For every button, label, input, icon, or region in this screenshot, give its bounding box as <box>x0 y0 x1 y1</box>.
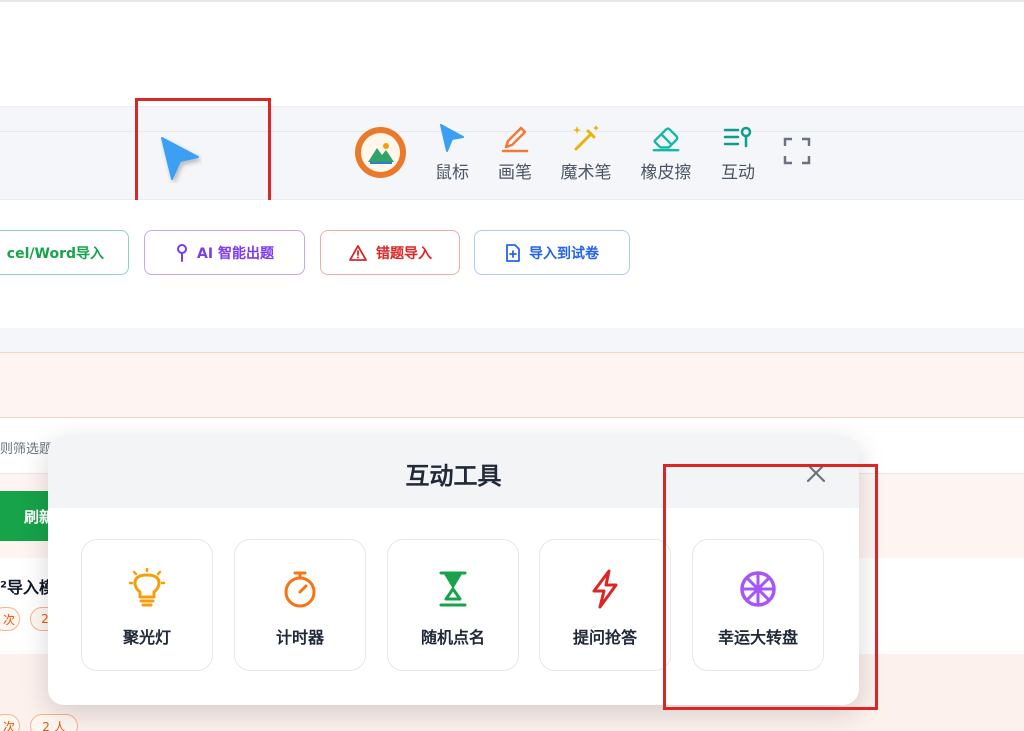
tool-card-random-call[interactable]: 随机点名 <box>387 539 519 671</box>
eraser-icon <box>652 127 680 152</box>
interactive-icon <box>723 126 752 148</box>
lightning-icon <box>592 569 618 609</box>
school-logo <box>355 127 406 178</box>
warning-icon <box>349 244 367 261</box>
import-to-paper-label: 导入到试卷 <box>529 245 599 262</box>
tool-magic-pen-label: 魔术笔 <box>560 163 612 183</box>
fullscreen-icon[interactable] <box>783 137 811 165</box>
tool-card-label: 聚光灯 <box>122 628 171 647</box>
tool-card-spotlight[interactable]: 聚光灯 <box>81 539 213 671</box>
tool-eraser-label: 橡皮擦 <box>640 163 692 183</box>
section-gap <box>0 328 1024 352</box>
people-badge: 2 人 <box>30 714 78 731</box>
logo-mountain-icon <box>367 142 394 164</box>
tool-pen-label: 画笔 <box>498 163 532 183</box>
tool-card-label: 随机点名 <box>420 628 485 647</box>
tool-interactive[interactable]: 互动 <box>703 122 773 186</box>
pin-icon <box>177 243 188 262</box>
magic-wand-icon <box>573 125 599 151</box>
tool-interactive-label: 互动 <box>721 163 755 183</box>
excel-word-import-label: cel/Word导入 <box>6 245 104 262</box>
cursor-icon <box>440 124 464 152</box>
tool-card-label: 提问抢答 <box>572 628 637 647</box>
tool-eraser[interactable]: 橡皮擦 <box>631 122 701 186</box>
list-item-title: ²导入模 <box>0 578 56 597</box>
tool-card-timer[interactable]: 计时器 <box>234 539 366 671</box>
pen-icon <box>501 126 529 153</box>
top-blank-area <box>0 0 1024 106</box>
lightbulb-icon <box>128 568 166 607</box>
import-to-paper-button[interactable]: 导入到试卷 <box>474 230 630 275</box>
error-import-button[interactable]: 错题导入 <box>320 230 460 275</box>
tool-magic-pen[interactable]: 魔术笔 <box>551 122 621 186</box>
tool-pen[interactable]: 画笔 <box>480 122 550 186</box>
hourglass-icon <box>439 571 467 607</box>
wheel-highlight-box <box>663 464 878 710</box>
file-plus-icon <box>506 243 520 262</box>
ai-generate-button[interactable]: AI 智能出题 <box>144 230 305 275</box>
tool-card-label: 计时器 <box>275 628 324 647</box>
tool-card-quick-answer[interactable]: 提问抢答 <box>539 539 671 671</box>
tool-mouse[interactable]: 鼠标 <box>417 122 487 186</box>
error-import-label: 错题导入 <box>376 245 432 262</box>
alert-banner <box>0 352 1024 418</box>
tool-mouse-label: 鼠标 <box>435 163 469 183</box>
ai-generate-label: AI 智能出题 <box>197 245 274 262</box>
excel-word-import-button[interactable]: cel/Word导入 <box>0 230 129 275</box>
stopwatch-icon <box>284 571 316 608</box>
